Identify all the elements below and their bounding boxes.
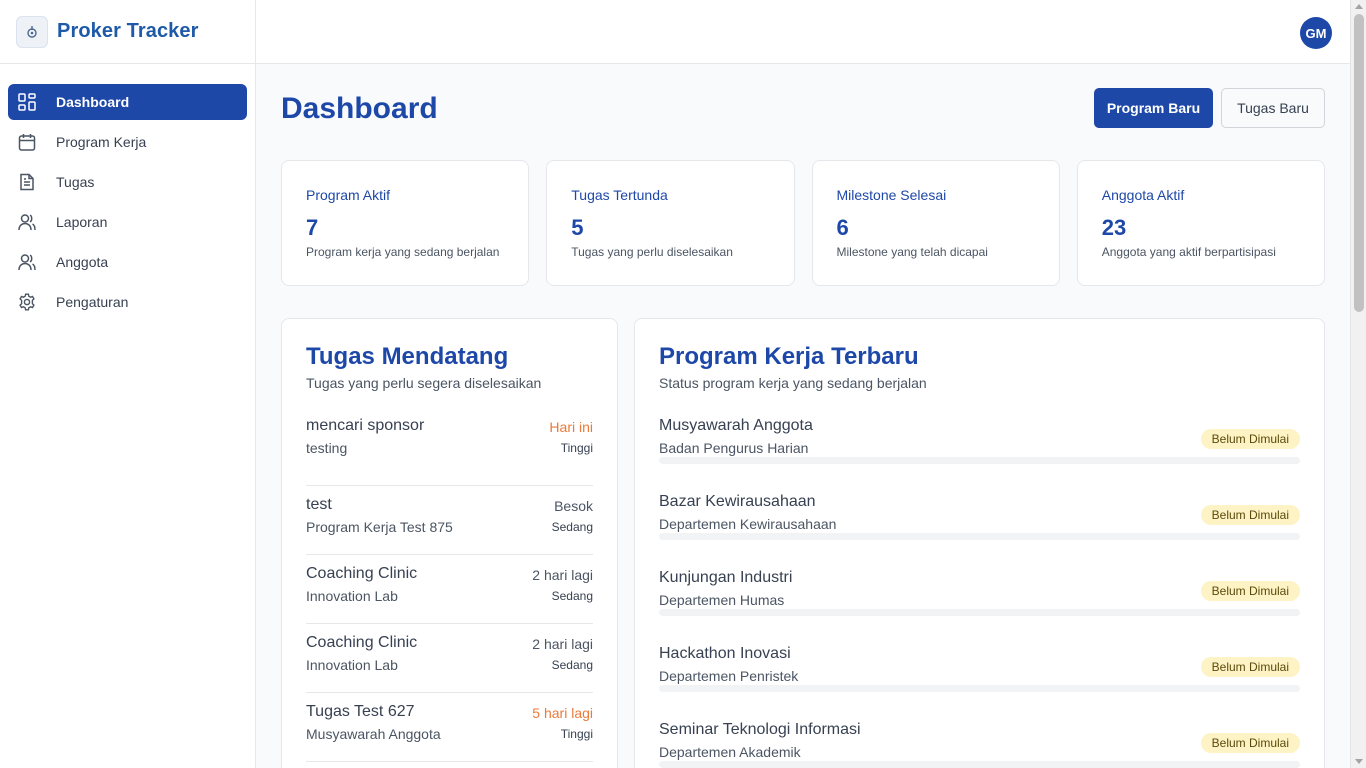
status-badge: Belum Dimulai — [1200, 505, 1300, 525]
recent-programs-card: Program Kerja Terbaru Status program ker… — [634, 318, 1325, 768]
sidebar-item-label: Tugas — [56, 174, 95, 190]
status-badge: Belum Dimulai — [1200, 657, 1300, 677]
stats-row: Program Aktif 7 Program kerja yang sedan… — [281, 160, 1325, 286]
task-due: 2 hari lagi — [532, 636, 593, 652]
sidebar-item-label: Program Kerja — [56, 134, 147, 150]
progress-bar — [659, 761, 1300, 768]
task-name: mencari sponsor — [306, 417, 425, 434]
task-due: 5 hari lagi — [532, 705, 593, 721]
list-item[interactable]: mencari sponsor testing Hari ini Tinggi — [306, 417, 593, 486]
stat-value: 6 — [836, 215, 849, 240]
new-task-button[interactable]: Tugas Baru — [1221, 88, 1325, 128]
sidebar-item-program-kerja[interactable]: Program Kerja — [8, 124, 247, 160]
task-due: Hari ini — [549, 419, 593, 435]
calendar-icon — [18, 133, 36, 151]
stat-card-anggota-aktif: Anggota Aktif 23 Anggota yang aktif berp… — [1076, 160, 1325, 286]
progress-bar — [659, 533, 1300, 540]
sidebar-item-tugas[interactable]: Tugas — [8, 164, 247, 200]
gear-icon — [18, 293, 36, 311]
list-item[interactable]: Tugas Test 627 Musyawarah Anggota 5 hari … — [306, 693, 593, 762]
task-name: Tugas Test 627 — [306, 703, 415, 720]
status-badge: Belum Dimulai — [1200, 429, 1300, 449]
list-item[interactable]: Kunjungan Industri Departemen Humas Belu… — [659, 569, 1300, 645]
progress-bar — [659, 457, 1300, 464]
sidebar-item-anggota[interactable]: Anggota — [8, 244, 247, 280]
stat-card-tugas-tertunda: Tugas Tertunda 5 Tugas yang perlu disele… — [546, 160, 795, 286]
task-due: Besok — [554, 498, 593, 514]
sidebar: Proker Tracker Dashboard Program Kerja T… — [0, 0, 256, 768]
stat-title: Anggota Aktif — [1101, 187, 1185, 203]
stat-desc: Program kerja yang sedang berjalan — [306, 245, 500, 259]
avatar[interactable]: GM — [1300, 17, 1332, 49]
list-item[interactable]: Hackathon Inovasi Departemen Penristek B… — [659, 645, 1300, 721]
stat-desc: Tugas yang perlu diselesaikan — [571, 245, 733, 259]
dashboard-icon — [18, 93, 36, 111]
task-program: Program Kerja Test 875 — [306, 519, 453, 535]
progress-bar — [659, 685, 1300, 692]
logo-icon — [16, 15, 48, 48]
card-title: Program Kerja Terbaru — [659, 343, 919, 370]
sidebar-nav: Dashboard Program Kerja Tugas Laporan An… — [0, 64, 255, 320]
users-icon — [18, 213, 36, 231]
card-subtitle: Status program kerja yang sedang berjala… — [659, 375, 927, 391]
top-bar: GM — [256, 0, 1350, 64]
stat-desc: Milestone yang telah dicapai — [836, 245, 988, 259]
scroll-thumb[interactable] — [1354, 14, 1364, 312]
new-program-button[interactable]: Program Baru — [1094, 88, 1213, 128]
users-icon — [18, 253, 36, 271]
stat-value: 23 — [1101, 215, 1127, 240]
task-name: Coaching Clinic — [306, 565, 418, 582]
task-program: Musyawarah Anggota — [306, 726, 441, 742]
page-title: Dashboard — [281, 92, 438, 125]
stat-card-milestone-selesai: Milestone Selesai 6 Milestone yang telah… — [811, 160, 1060, 286]
stat-card-program-aktif: Program Aktif 7 Program kerja yang sedan… — [281, 160, 530, 286]
list-item[interactable]: Coaching Clinic Innovation Lab 2 hari lag… — [306, 624, 593, 693]
status-badge: Belum Dimulai — [1200, 581, 1300, 601]
list-item[interactable]: test Program Kerja Test 875 Besok Sedang — [306, 486, 593, 555]
brand[interactable]: Proker Tracker — [0, 0, 255, 64]
sidebar-item-label: Anggota — [56, 254, 109, 270]
stat-title: Tugas Tertunda — [571, 187, 668, 203]
task-due: 2 hari lagi — [532, 567, 593, 583]
task-priority: Sedang — [551, 520, 593, 534]
sidebar-item-label: Laporan — [56, 214, 108, 230]
task-priority: Sedang — [551, 658, 593, 672]
list-item[interactable]: Coaching Clinic Innovation Lab 2 hari lag… — [306, 555, 593, 624]
list-item[interactable]: Bazar Kewirausahaan Departemen Kewirausa… — [659, 493, 1300, 569]
stat-value: 7 — [306, 215, 319, 240]
stat-desc: Anggota yang aktif berpartisipasi — [1101, 245, 1276, 259]
task-list: mencari sponsor testing Hari ini Tinggi te… — [306, 417, 593, 762]
stat-title: Milestone Selesai — [836, 187, 947, 203]
sidebar-item-laporan[interactable]: Laporan — [8, 204, 247, 240]
progress-bar — [659, 609, 1300, 616]
document-icon — [18, 173, 36, 191]
task-program: Innovation Lab — [306, 588, 398, 604]
scroll-down-arrow-icon[interactable] — [1355, 759, 1363, 764]
stat-value: 5 — [571, 215, 584, 240]
card-subtitle: Tugas yang perlu segera diselesaikan — [306, 375, 542, 391]
sidebar-item-label: Pengaturan — [56, 294, 129, 310]
sidebar-item-pengaturan[interactable]: Pengaturan — [8, 284, 247, 320]
task-name: Coaching Clinic — [306, 634, 418, 651]
stat-title: Program Aktif — [306, 187, 391, 203]
task-name: test — [306, 496, 332, 513]
status-badge: Belum Dimulai — [1200, 733, 1300, 753]
task-priority: Tinggi — [560, 727, 593, 741]
task-program: Innovation Lab — [306, 657, 398, 673]
upcoming-tasks-card: Tugas Mendatang Tugas yang perlu segera … — [281, 318, 618, 768]
app-title: Proker Tracker — [57, 20, 199, 42]
sidebar-item-dashboard[interactable]: Dashboard — [8, 84, 247, 120]
scroll-up-arrow-icon[interactable] — [1355, 4, 1363, 9]
list-item[interactable]: Musyawarah Anggota Badan Pengurus Harian… — [659, 417, 1300, 493]
sidebar-item-label: Dashboard — [56, 94, 130, 110]
scrollbar[interactable] — [1350, 0, 1366, 768]
card-title: Tugas Mendatang — [306, 343, 509, 370]
task-priority: Sedang — [551, 589, 593, 603]
task-priority: Tinggi — [560, 441, 593, 455]
task-program: testing — [306, 440, 348, 456]
list-item[interactable]: Seminar Teknologi Informasi Departemen A… — [659, 721, 1300, 768]
program-list: Musyawarah Anggota Badan Pengurus Harian… — [659, 417, 1300, 768]
